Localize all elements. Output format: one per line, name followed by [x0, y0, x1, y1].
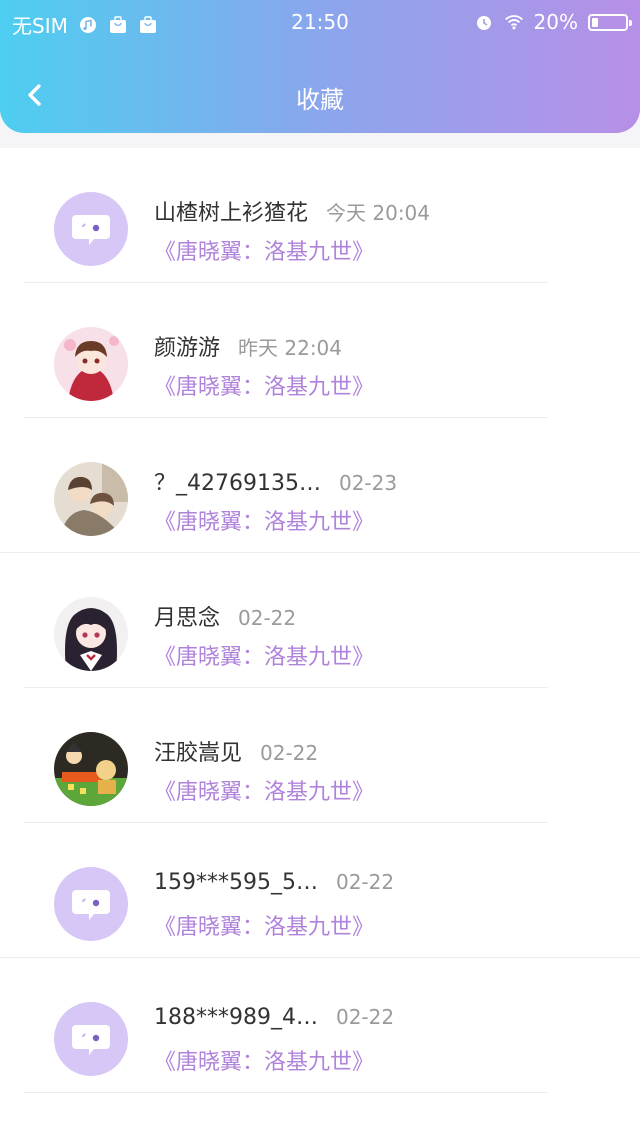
default-chat-avatar — [54, 867, 128, 941]
book-title[interactable]: 《唐晓翼：洛基九世》 — [154, 909, 374, 941]
user-name: 颜游游 — [154, 336, 221, 361]
list-item[interactable]: ？_42769135… 02-23 《唐晓翼：洛基九世》 — [0, 418, 640, 553]
favorites-list: 山楂树上衫猹花 今天 20:04 《唐晓翼：洛基九世》 颜游游 昨天 22:04… — [0, 148, 640, 1138]
battery-icon — [588, 13, 632, 31]
default-chat-avatar — [54, 1002, 128, 1076]
favorite-date: 昨天 22:04 — [238, 336, 343, 360]
book-title[interactable]: 《唐晓翼：洛基九世》 — [154, 774, 374, 806]
favorite-date: 今天 20:04 — [326, 201, 431, 225]
default-chat-avatar — [54, 192, 128, 266]
cartoon-scene-avatar — [54, 732, 128, 806]
favorite-date: 02-22 — [335, 1005, 395, 1029]
list-item[interactable]: 159***595_5… 02-22 《唐晓翼：洛基九世》 — [0, 823, 640, 958]
list-item[interactable]: 颜游游 昨天 22:04 《唐晓翼：洛基九世》 — [0, 283, 640, 418]
user-name: ？_42769135… — [154, 471, 321, 496]
user-name: 山楂树上衫猹花 — [154, 201, 309, 226]
list-item[interactable]: 月思念 02-22 《唐晓翼：洛基九世》 — [0, 553, 640, 688]
anime-group-avatar — [54, 462, 128, 536]
header-bar: 无SIM 21:50 20% 收藏 — [0, 0, 640, 133]
list-item[interactable]: 山楂树上衫猹花 今天 20:04 《唐晓翼：洛基九世》 — [0, 148, 640, 283]
divider — [24, 1092, 548, 1093]
wifi-icon — [504, 12, 524, 32]
user-name: 汪胶嵩见 — [154, 741, 243, 766]
book-title[interactable]: 《唐晓翼：洛基九世》 — [154, 504, 374, 536]
anime-girl-red-avatar — [54, 327, 128, 401]
list-item[interactable]: 188***989_4… 02-22 《唐晓翼：洛基九世》 — [0, 958, 640, 1093]
alarm-icon — [474, 12, 494, 32]
list-item[interactable]: 汪胶嵩见 02-22 《唐晓翼：洛基九世》 — [0, 688, 640, 823]
page-title: 收藏 — [296, 86, 344, 114]
nav-bar: 收藏 — [0, 62, 640, 128]
status-bar: 无SIM 21:50 20% — [0, 0, 640, 44]
book-title[interactable]: 《唐晓翼：洛基九世》 — [154, 234, 374, 266]
battery-percent: 20% — [533, 10, 578, 34]
favorite-date: 02-23 — [338, 471, 398, 495]
user-name: 159***595_5… — [154, 870, 318, 895]
favorite-date: 02-22 — [260, 741, 319, 765]
book-title[interactable]: 《唐晓翼：洛基九世》 — [154, 1044, 374, 1076]
book-title[interactable]: 《唐晓翼：洛基九世》 — [154, 639, 374, 671]
book-title[interactable]: 《唐晓翼：洛基九世》 — [154, 369, 374, 401]
user-name: 188***989_4… — [154, 1005, 318, 1030]
anime-girl-dark-hair-avatar — [54, 597, 128, 671]
user-name: 月思念 — [154, 606, 221, 631]
favorite-date: 02-22 — [335, 870, 395, 894]
favorite-date: 02-22 — [238, 606, 297, 630]
